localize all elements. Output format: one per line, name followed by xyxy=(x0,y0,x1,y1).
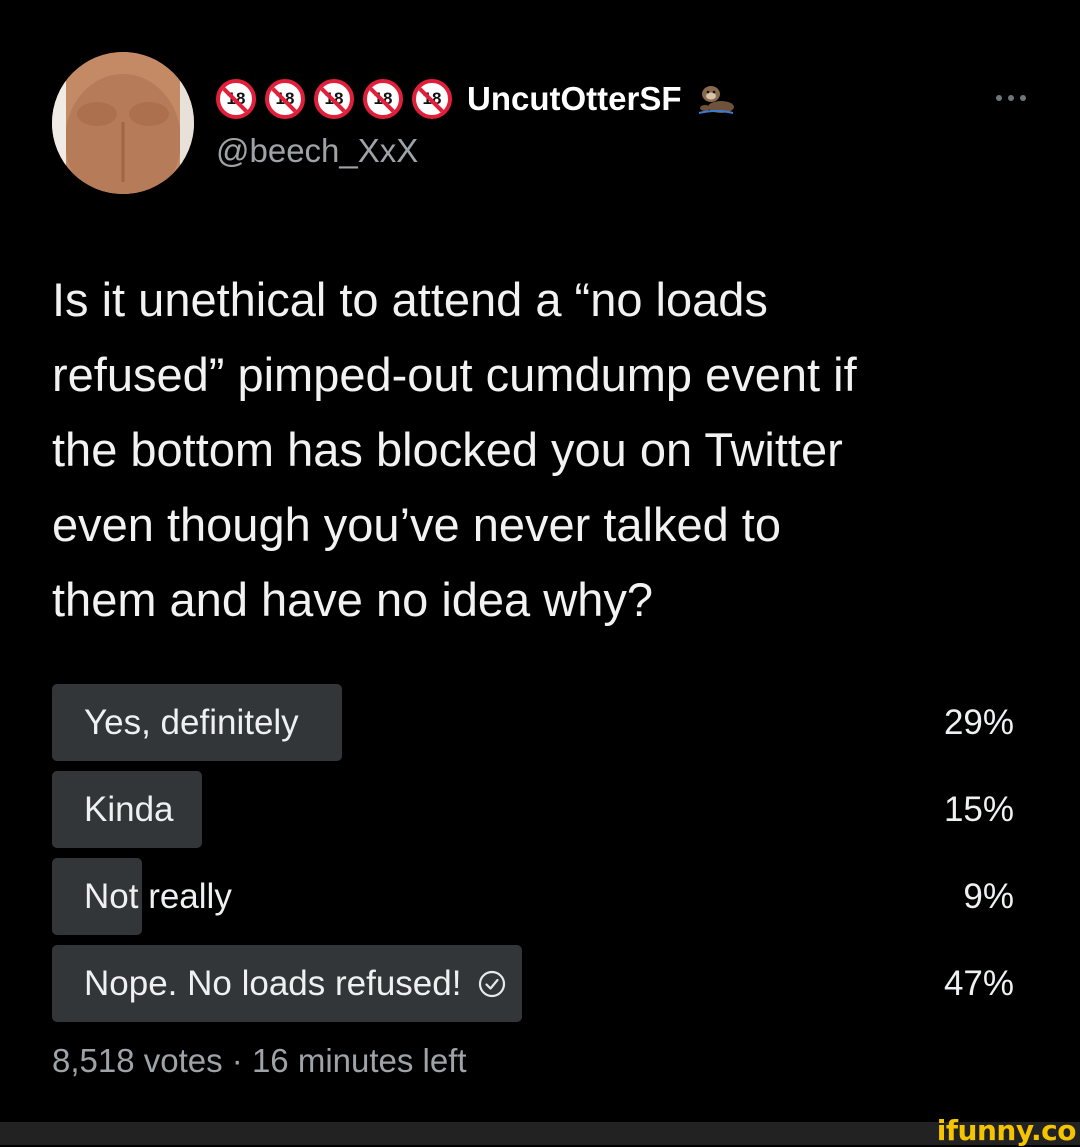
poll: Yes, definitely 29% Kinda 15% Not really… xyxy=(52,684,1022,1032)
avatar[interactable] xyxy=(52,52,194,194)
poll-option[interactable]: Yes, definitely 29% xyxy=(52,684,1022,761)
poll-option-percent: 15% xyxy=(943,789,1014,829)
poll-option-percent: 47% xyxy=(943,963,1014,1003)
poll-option-percent: 9% xyxy=(963,876,1014,916)
tweet-text: Is it unethical to attend a “no loads re… xyxy=(52,273,857,626)
author-name-row[interactable]: 18 18 18 18 18 UncutOtterSF xyxy=(216,76,735,122)
poll-option[interactable]: Kinda 15% xyxy=(52,771,1022,848)
display-name[interactable]: UncutOtterSF xyxy=(467,80,682,118)
watermark-logo: ifunny.co xyxy=(936,1114,1077,1147)
poll-option-label: Yes, definitely xyxy=(84,702,299,742)
poll-option[interactable]: Not really 9% xyxy=(52,858,1022,935)
no-under-18-icon: 18 xyxy=(314,79,354,119)
no-under-18-icon: 18 xyxy=(363,79,403,119)
poll-option-label: Nope. No loads refused! xyxy=(84,963,462,1003)
author-handle[interactable]: @beech_XxX xyxy=(216,132,418,170)
no-under-18-icon: 18 xyxy=(216,79,256,119)
poll-option-label: Kinda xyxy=(84,789,174,829)
poll-option-label: Not really xyxy=(84,876,232,916)
avatar-image xyxy=(52,52,194,194)
no-under-18-icon: 18 xyxy=(412,79,452,119)
poll-meta: 8,518 votes · 16 minutes left xyxy=(52,1042,467,1079)
footer-bar xyxy=(0,1122,1080,1145)
poll-option-selected[interactable]: Nope. No loads refused! 47% xyxy=(52,945,1022,1022)
more-icon[interactable] xyxy=(996,88,1042,108)
check-circle-icon xyxy=(479,970,506,997)
no-under-18-icon: 18 xyxy=(265,79,305,119)
otter-icon xyxy=(698,86,734,114)
poll-option-percent: 29% xyxy=(943,702,1014,742)
